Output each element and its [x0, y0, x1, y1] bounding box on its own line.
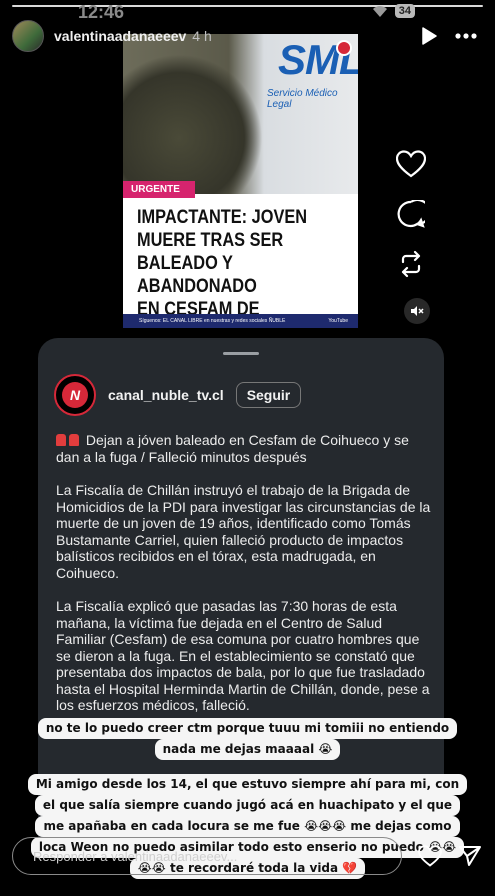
avatar[interactable]	[12, 20, 44, 52]
siren-icon	[69, 434, 79, 446]
news-headline: IMPACTANTE: JOVEN MUERE TRAS SER BALEADO…	[137, 206, 347, 328]
urgent-badge: URGENTE	[123, 181, 195, 198]
footer-text: Síguenos: EL CANAL LIBRE en nuestras y r…	[139, 318, 286, 324]
status-icons: 34	[371, 4, 415, 18]
mute-icon	[410, 305, 424, 317]
post-account-name[interactable]: canal_nuble_tv.cl	[108, 387, 224, 403]
photo-subject	[123, 54, 263, 194]
caption-paragraph: La Fiscalía de Chillán instruyó el traba…	[56, 482, 431, 581]
play-icon[interactable]	[421, 27, 437, 45]
caption-paragraph: Dejan a jóven baleado en Cesfam de Coihu…	[56, 432, 432, 465]
story-media[interactable]: SML Servicio Médico Legal URGENTE IMPACT…	[123, 34, 358, 328]
sml-logo-subtitle: Servicio Médico Legal	[267, 88, 338, 110]
overlay-line: el que salía siempre cuando jugó acá en …	[34, 795, 461, 816]
overlay-line: no te lo puedo creer ctm porque tuuu mi …	[37, 718, 458, 739]
news-card-footer: Síguenos: EL CANAL LIBRE en nuestras y r…	[123, 314, 358, 328]
overlay-line: Mi amigo desde los 14, el que estuvo sie…	[27, 774, 468, 795]
wifi-icon	[371, 4, 389, 18]
reply-bar: Responder a valentinaadanaeeev...	[12, 836, 484, 876]
follow-button[interactable]: Seguir	[235, 382, 302, 408]
send-icon[interactable]	[458, 845, 482, 867]
side-actions	[396, 150, 426, 278]
battery-indicator: 34	[394, 4, 415, 18]
reply-input[interactable]: Responder a valentinaadanaeeev...	[12, 837, 402, 875]
headline-line: MUERE TRAS SER	[137, 230, 284, 251]
heart-icon[interactable]	[396, 150, 426, 178]
post-caption: Dejan a jóven baleado en Cesfam de Coihu…	[56, 432, 432, 731]
comment-icon[interactable]	[397, 200, 425, 228]
channel-logo-mark: N	[62, 382, 88, 408]
channel-logo[interactable]: N	[54, 374, 96, 416]
reply-actions	[418, 845, 482, 867]
sheet-grabber[interactable]	[223, 352, 259, 355]
story-time: 4 h	[192, 28, 212, 44]
caption-paragraph: La Fiscalía explicó que pasadas las 7:30…	[56, 598, 430, 713]
story-text-overlay-1: no te lo puedo creer ctm porque tuuu mi …	[0, 718, 495, 760]
heart-icon[interactable]	[418, 845, 442, 867]
headline-line: IMPACTANTE: JOVEN	[137, 207, 308, 228]
more-icon[interactable]	[455, 33, 477, 39]
siren-icon	[56, 434, 66, 446]
overlay-line: me apañaba en cada locura se me fue 😭😭😭 …	[35, 816, 460, 837]
story-username[interactable]: valentinaadanaeeev	[54, 28, 186, 44]
header-actions	[421, 27, 477, 45]
news-photo: SML Servicio Médico Legal	[123, 34, 358, 194]
overlay-line: nada me dejas maaaal 😭	[154, 739, 341, 760]
footer-youtube: YouTube	[328, 318, 348, 324]
caption-text: Dejan a jóven baleado en Cesfam de Coihu…	[56, 432, 409, 465]
repost-icon[interactable]	[397, 250, 425, 278]
mute-button[interactable]	[404, 298, 430, 324]
story-header: valentinaadanaeeev 4 h	[12, 18, 483, 54]
headline-line: BALEADO Y ABANDONADO	[137, 253, 257, 297]
post-profile-row: N canal_nuble_tv.cl Seguir	[54, 374, 302, 416]
